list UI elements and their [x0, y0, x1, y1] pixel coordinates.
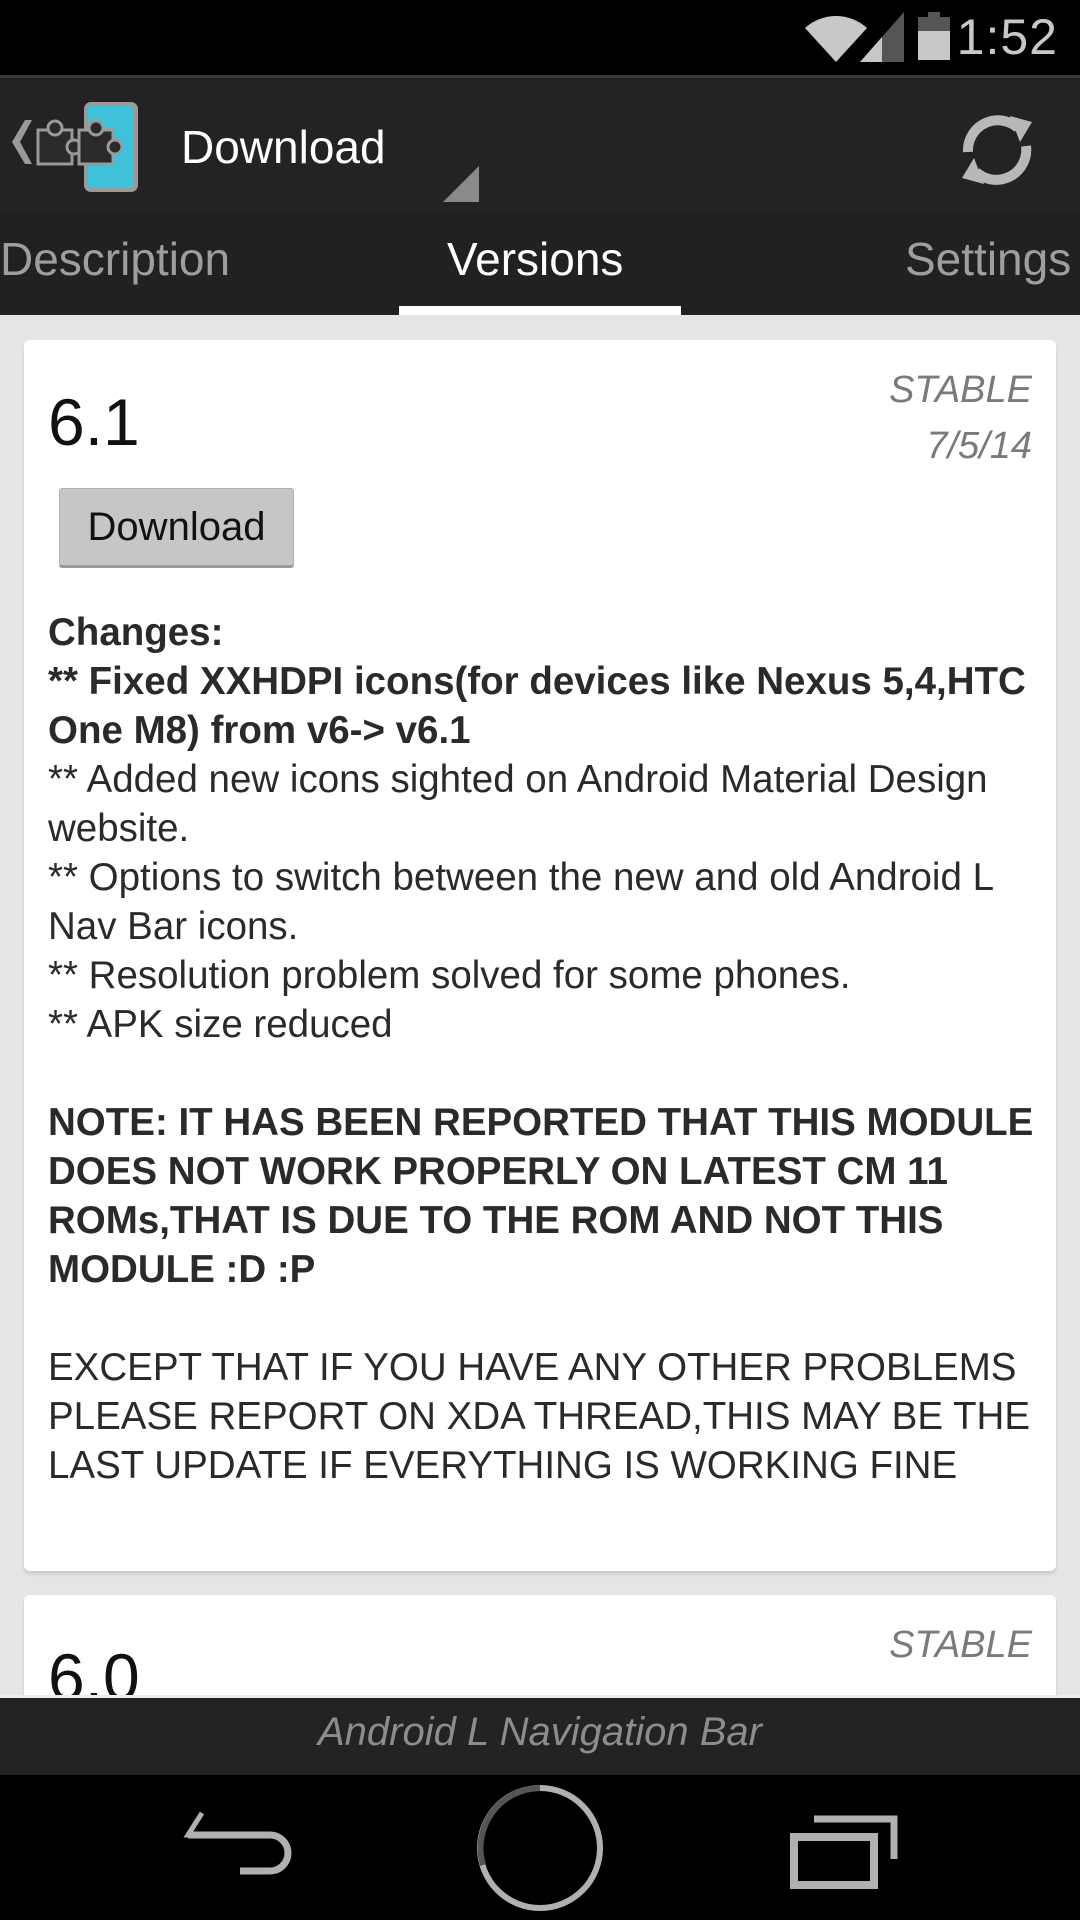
tab-bar: Description Versions Settings: [0, 212, 1080, 315]
tab-indicator: [399, 306, 681, 315]
nav-back-button[interactable]: [180, 1805, 300, 1895]
download-button[interactable]: Download: [59, 488, 294, 568]
tab-settings[interactable]: Settings: [905, 232, 1071, 286]
version-meta: STABLE 7/5/14: [889, 362, 1032, 474]
changes-item: ** APK size reduced: [48, 1003, 393, 1046]
version-card: 6.0 STABLE: [24, 1595, 1056, 1695]
version-number: 6.1: [48, 385, 140, 459]
status-bar: 1:52: [0, 0, 1080, 75]
refresh-button[interactable]: [950, 102, 1044, 196]
status-time: 1:52: [956, 9, 1058, 65]
changes-note: NOTE: IT HAS BEEN REPORTED THAT THIS MOD…: [48, 1101, 1034, 1291]
home-up-button[interactable]: [8, 96, 138, 196]
version-number: 6.0: [48, 1640, 140, 1695]
version-card: 6.1 STABLE 7/5/14 Download Changes: ** F…: [24, 340, 1056, 1571]
battery-icon: [918, 12, 950, 60]
release-status: STABLE: [889, 369, 1032, 411]
tab-description[interactable]: Description: [0, 232, 230, 286]
release-status: STABLE: [889, 1624, 1032, 1666]
changes-heading: Changes:: [48, 611, 224, 654]
nav-recents-button[interactable]: [790, 1815, 900, 1895]
changes-item: ** Options to switch between the new and…: [48, 856, 993, 948]
changes-item: ** Resolution problem solved for some ph…: [48, 954, 851, 997]
cell-signal-icon: [860, 12, 904, 62]
tab-versions[interactable]: Versions: [447, 232, 623, 286]
module-hint-bar: Android L Navigation Bar: [0, 1695, 1080, 1775]
changes-item-bold: ** Fixed XXHDPI icons(for devices like N…: [48, 660, 1026, 752]
refresh-icon: [962, 115, 1032, 185]
back-chevron-icon: [12, 120, 32, 164]
back-icon: [183, 1811, 292, 1875]
versions-list[interactable]: 6.1 STABLE 7/5/14 Download Changes: ** F…: [0, 315, 1080, 1695]
action-bar: Download: [0, 75, 1080, 212]
home-icon: [477, 1785, 603, 1911]
changelog: Changes: ** Fixed XXHDPI icons(for devic…: [48, 608, 1038, 1490]
app-title[interactable]: Download: [181, 120, 386, 174]
dropdown-triangle-icon[interactable]: [443, 166, 479, 202]
navigation-bar: [0, 1775, 1080, 1920]
version-meta: STABLE: [889, 1617, 1032, 1673]
module-name-label: Android L Navigation Bar: [318, 1710, 762, 1754]
recents-icon: [790, 1815, 898, 1889]
xposed-app-icon: [36, 102, 138, 192]
wifi-icon: [805, 16, 867, 62]
changes-item: ** Added new icons sighted on Android Ma…: [48, 758, 988, 850]
changes-footer: EXCEPT THAT IF YOU HAVE ANY OTHER PROBLE…: [48, 1346, 1031, 1487]
release-date: 7/5/14: [926, 425, 1032, 467]
nav-home-button[interactable]: [475, 1783, 605, 1913]
